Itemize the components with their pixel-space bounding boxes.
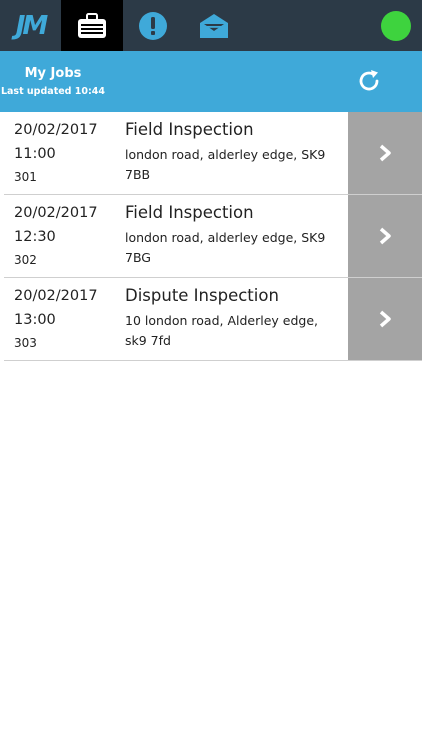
job-row[interactable]: 20/02/2017 13:00 303 Dispute Inspection …	[4, 278, 422, 361]
job-date: 20/02/2017	[14, 122, 98, 138]
briefcase-icon	[78, 12, 106, 38]
job-list: 20/02/2017 11:00 301 Field Inspection lo…	[4, 112, 422, 361]
chevron-right-icon	[379, 144, 391, 162]
job-id: 301	[14, 170, 37, 184]
job-id: 303	[14, 336, 37, 350]
chevron-right-icon	[379, 227, 391, 245]
job-time: 11:00	[14, 146, 56, 162]
job-id: 302	[14, 253, 37, 267]
page-title: My Jobs	[24, 66, 82, 81]
open-job-button[interactable]	[348, 195, 422, 277]
job-date: 20/02/2017	[14, 205, 98, 221]
refresh-icon	[359, 70, 379, 91]
open-job-button[interactable]	[348, 278, 422, 360]
job-title: Field Inspection	[125, 120, 254, 139]
job-address: london road, alderley edge, SK9 7BB	[125, 147, 326, 182]
page-header: My Jobs Last updated 10:44	[0, 51, 422, 112]
job-title: Field Inspection	[125, 203, 254, 222]
logo-icon: JM	[15, 10, 49, 41]
job-row[interactable]: 20/02/2017 12:30 302 Field Inspection lo…	[4, 195, 422, 278]
envelope-open-icon	[200, 13, 228, 38]
refresh-button[interactable]	[354, 66, 384, 96]
open-job-button[interactable]	[348, 112, 422, 194]
tab-messages[interactable]	[183, 0, 245, 51]
job-title: Dispute Inspection	[125, 286, 279, 305]
job-address: london road, alderley edge, SK9 7BG	[125, 230, 326, 265]
tab-jobs[interactable]	[61, 0, 123, 51]
exclamation-icon	[139, 11, 167, 40]
top-nav-bar: JM	[0, 0, 422, 51]
last-updated-label: Last updated 10:44	[0, 86, 106, 97]
status-indicator	[381, 11, 411, 41]
job-time: 13:00	[14, 312, 56, 328]
chevron-right-icon	[379, 310, 391, 328]
job-date: 20/02/2017	[14, 288, 98, 304]
job-row[interactable]: 20/02/2017 11:00 301 Field Inspection lo…	[4, 112, 422, 195]
logo-tab[interactable]: JM	[0, 0, 61, 51]
job-time: 12:30	[14, 229, 56, 245]
tab-alerts[interactable]	[123, 0, 183, 51]
job-address: 10 london road, Alderley edge, sk9 7fd	[125, 313, 318, 348]
